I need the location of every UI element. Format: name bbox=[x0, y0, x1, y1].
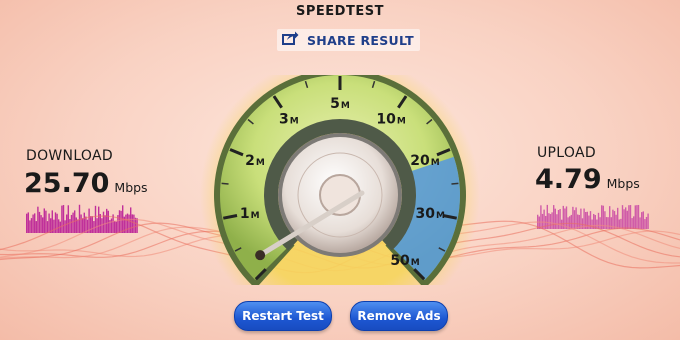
upload-speed: 4.79 Mbps bbox=[535, 164, 640, 195]
gauge-minor-tick bbox=[451, 182, 459, 185]
share-result-button[interactable]: SHARE RESULT bbox=[277, 29, 420, 51]
restart-test-button[interactable]: Restart Test bbox=[234, 301, 332, 331]
upload-label: UPLOAD bbox=[537, 145, 596, 161]
gauge-needle-tip bbox=[255, 250, 266, 261]
remove-ads-button[interactable]: Remove Ads bbox=[350, 301, 448, 331]
gauge-minor-tick bbox=[221, 182, 229, 185]
share-result-label: SHARE RESULT bbox=[307, 32, 414, 48]
share-icon bbox=[281, 30, 299, 50]
download-speed: 25.70 Mbps bbox=[24, 168, 148, 199]
speed-gauge: 1M2M3M5M10M20M30M50M bbox=[200, 75, 480, 285]
upload-value: 4.79 bbox=[535, 164, 602, 195]
upload-unit: Mbps bbox=[606, 176, 640, 191]
app-title: SPEEDTEST bbox=[296, 4, 384, 19]
download-value: 25.70 bbox=[24, 168, 110, 199]
download-unit: Mbps bbox=[114, 180, 148, 195]
download-label: DOWNLOAD bbox=[26, 148, 113, 164]
